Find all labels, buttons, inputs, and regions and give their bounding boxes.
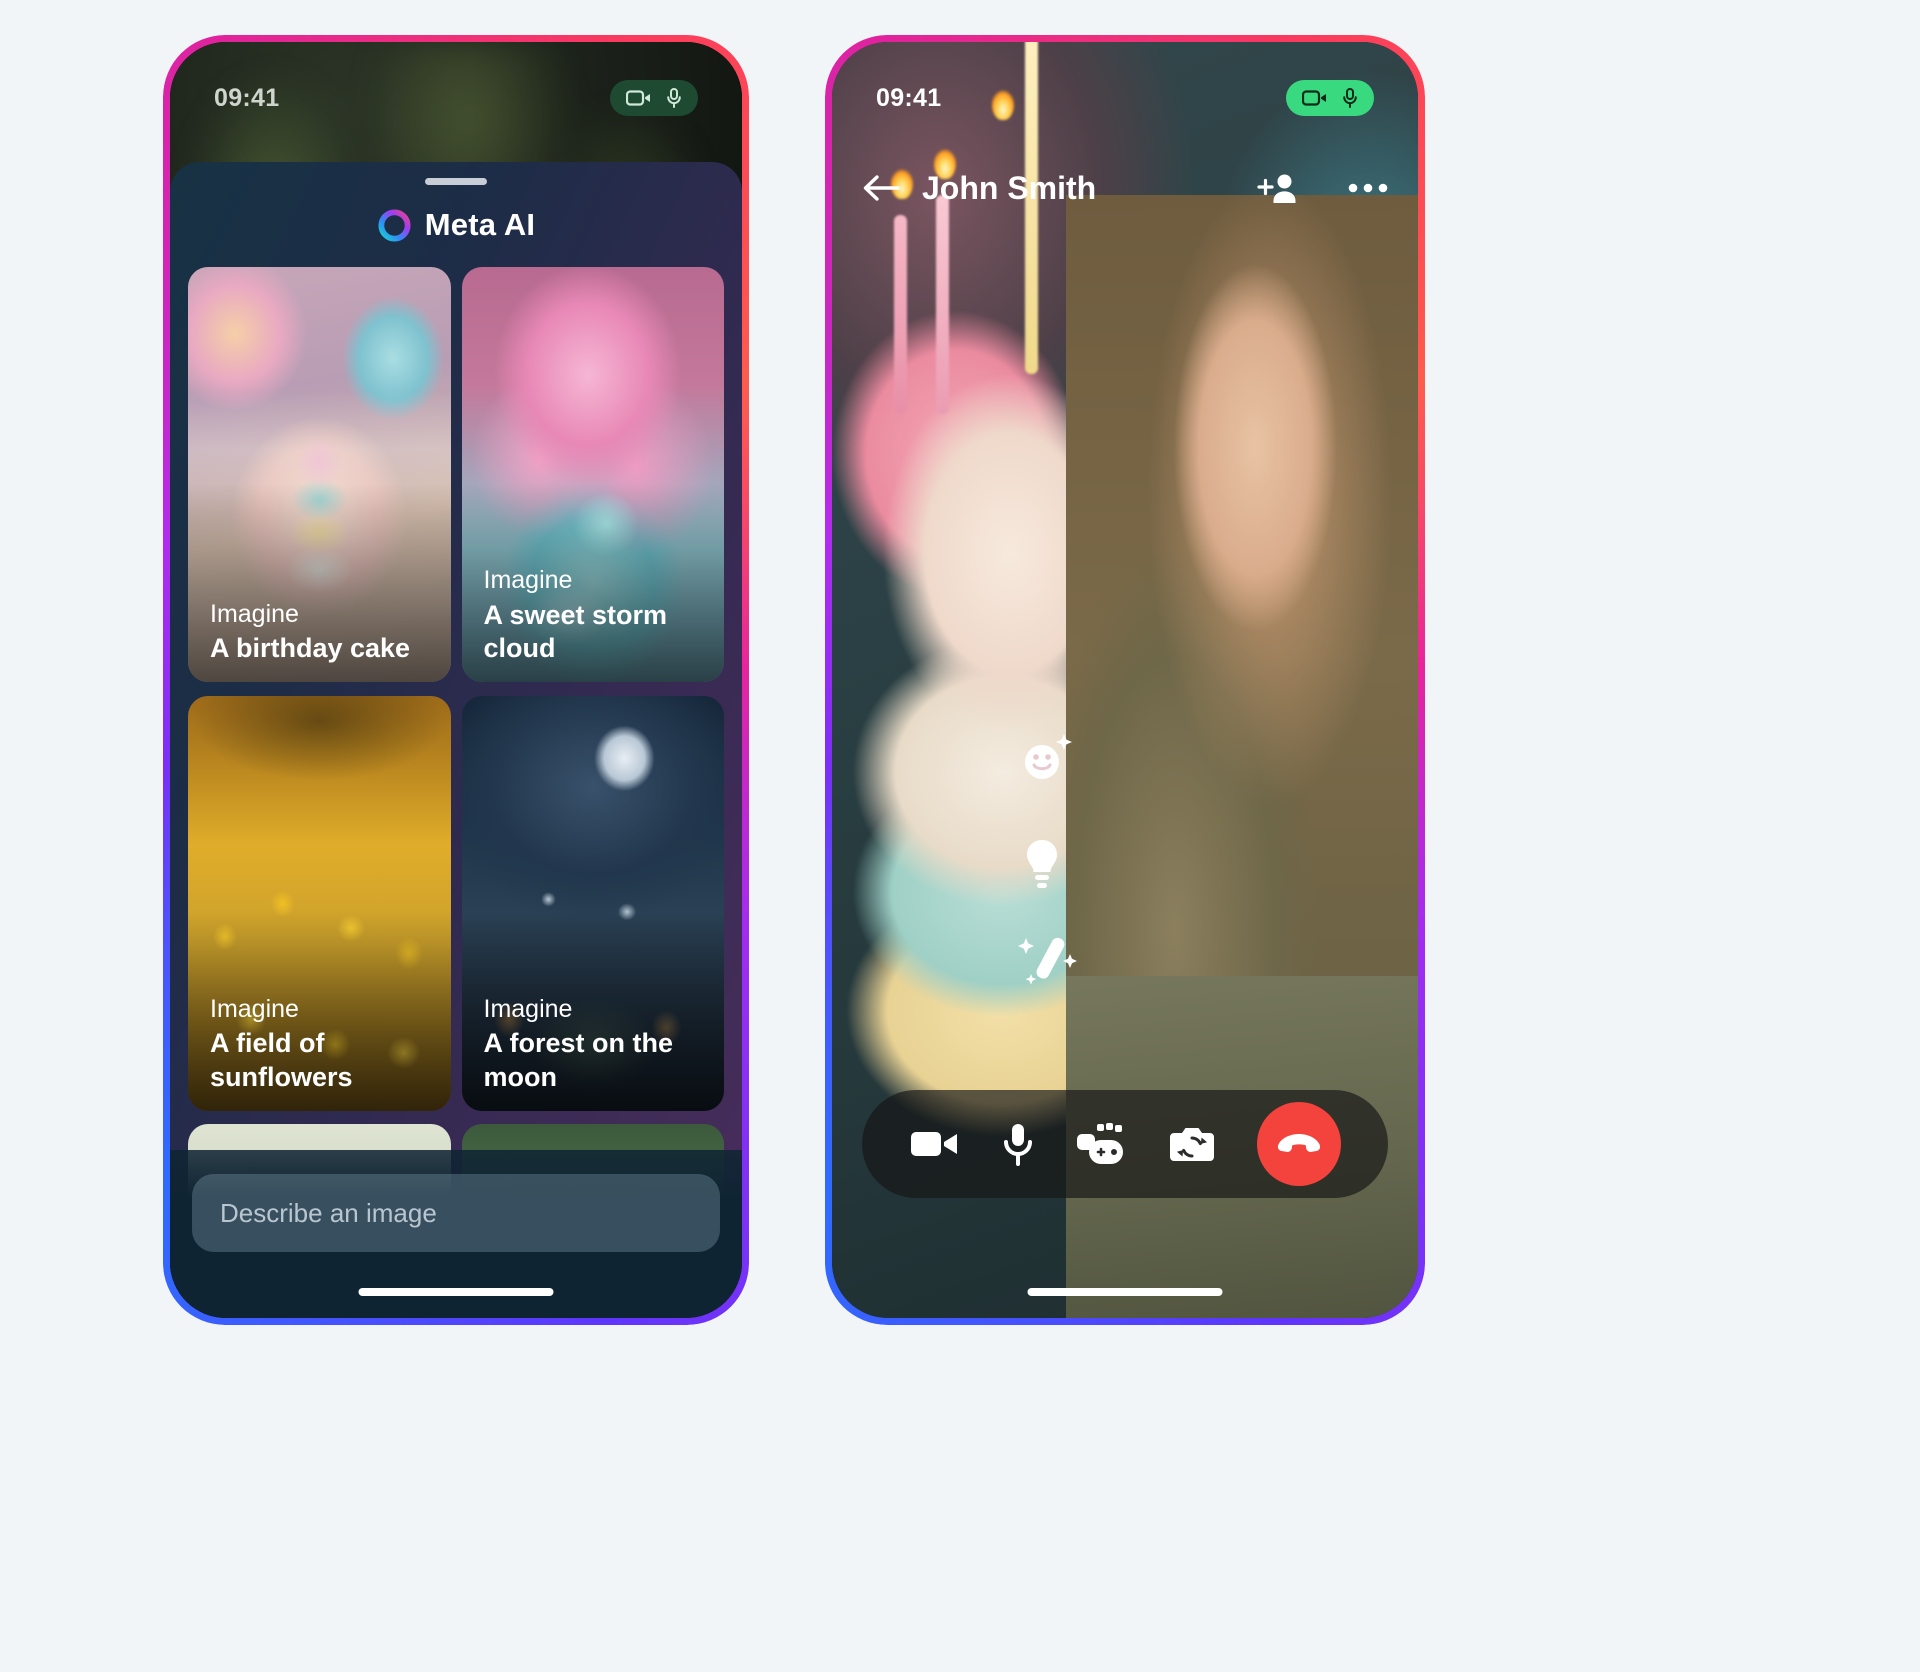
screenshot-canvas: 09:41 Meta AI Imagine A birthday cake Im… — [0, 0, 1920, 1672]
right-status-clock: 09:41 — [876, 83, 942, 112]
card-caption: Imagine A forest on the moon — [484, 994, 709, 1095]
left-status-bar: 09:41 — [170, 42, 742, 128]
meta-ai-title: Meta AI — [424, 207, 536, 242]
call-contact-name: John Smith — [922, 169, 1097, 206]
card-title: A field of sunflowers — [210, 1028, 353, 1092]
video-camera-icon — [626, 89, 652, 107]
more-options-icon[interactable] — [1348, 182, 1388, 194]
effects-icon — [1076, 1123, 1123, 1164]
microphone-icon — [666, 88, 682, 108]
card-title: A birthday cake — [210, 633, 411, 664]
card-caption: Imagine A field of sunflowers — [210, 994, 435, 1095]
phone-right-video-call: 09:41 John Smith — [825, 35, 1425, 1325]
magic-wand-icon — [1018, 932, 1080, 997]
candle — [936, 195, 950, 415]
right-status-bar: 09:41 — [832, 42, 1418, 128]
flip-camera-icon — [1170, 1128, 1215, 1161]
card-kicker: Imagine — [483, 994, 573, 1023]
left-recording-pill — [610, 80, 698, 116]
card-kicker: Imagine — [483, 566, 573, 595]
imagine-card[interactable]: Imagine A birthday cake — [188, 267, 451, 682]
video-camera-icon — [1302, 89, 1328, 107]
meta-ai-header: Meta AI — [170, 207, 742, 243]
card-caption: Imagine A sweet storm cloud — [484, 565, 709, 666]
toggle-mic-button[interactable] — [1002, 1122, 1034, 1166]
card-kicker: Imagine — [210, 600, 299, 628]
imagine-card-grid: Imagine A birthday cake Imagine A sweet … — [188, 267, 724, 1287]
end-call-button[interactable] — [1257, 1102, 1342, 1186]
phone-left-meta-ai: 09:41 Meta AI Imagine A birthday cake Im… — [163, 35, 749, 1325]
meta-ai-ring-icon — [377, 208, 412, 243]
imagine-card[interactable]: Imagine A sweet storm cloud — [461, 267, 724, 682]
back-arrow-icon[interactable] — [862, 173, 900, 203]
card-title: A forest on the moon — [483, 1028, 674, 1092]
flip-camera-button[interactable] — [1168, 1123, 1216, 1165]
home-indicator[interactable] — [1027, 1288, 1223, 1296]
sheet-drag-handle[interactable] — [425, 178, 487, 185]
left-screen: 09:41 Meta AI Imagine A birthday cake Im… — [170, 42, 742, 1318]
card-caption: Imagine A birthday cake — [210, 599, 435, 666]
microphone-icon — [1342, 88, 1358, 108]
call-control-bar — [862, 1090, 1388, 1198]
effects-button[interactable] — [1075, 1122, 1127, 1166]
imagine-card[interactable]: Imagine A forest on the moon — [461, 695, 724, 1111]
card-kicker: Imagine — [210, 994, 299, 1023]
microphone-icon — [1003, 1124, 1032, 1166]
describe-image-placeholder: Describe an image — [220, 1197, 437, 1228]
video-camera-icon — [910, 1132, 957, 1156]
call-header: John Smith — [832, 150, 1418, 226]
left-status-clock: 09:41 — [214, 83, 280, 112]
toggle-video-button[interactable] — [909, 1127, 961, 1161]
smiley-face-icon — [1020, 730, 1078, 791]
describe-image-input[interactable]: Describe an image — [192, 1174, 720, 1252]
home-indicator[interactable] — [358, 1288, 554, 1296]
right-recording-pill — [1286, 80, 1374, 116]
imagine-card[interactable]: Imagine A field of sunflowers — [188, 695, 451, 1111]
right-screen: 09:41 John Smith — [832, 42, 1418, 1318]
lightbulb-icon — [1022, 838, 1062, 899]
card-title: A sweet storm cloud — [483, 599, 668, 664]
meta-ai-sheet: Meta AI Imagine A birthday cake Imagine … — [170, 162, 742, 1318]
add-person-icon[interactable] — [1256, 170, 1300, 206]
end-call-icon — [1278, 1134, 1321, 1152]
candle — [893, 215, 907, 415]
